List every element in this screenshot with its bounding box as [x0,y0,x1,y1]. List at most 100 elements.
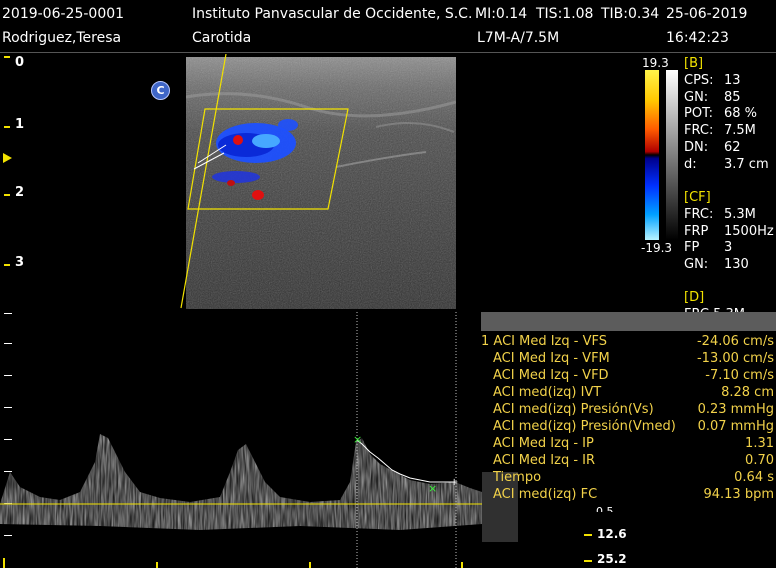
caliper-vd-icon[interactable]: × [428,482,437,495]
measurement-panel[interactable]: 1 ACI Med Izq - VFS -24.06 cm/s ACI Med I… [481,333,774,503]
param-key: FRC: [684,206,714,222]
param-value: 3.7 cm [724,156,769,172]
params-d-panel: [D] FRC 5.3M [684,290,745,313]
param-key: FP [684,240,700,256]
param-value: 3 [724,240,733,256]
measurement-row[interactable]: ACI med(izq) Presión(Vmed) 0.07 mmHg [481,418,774,435]
thermal-index-soft: TIS:1.08 [536,6,594,22]
param-value: 13 [724,72,741,88]
flow-red [233,135,243,145]
measurement-label: Tiempo [493,470,542,485]
depth-tick [4,264,10,266]
flow-red [252,190,264,200]
measurement-value: -24.06 cm/s [696,334,774,349]
measurement-value: 94.13 bpm [703,487,774,502]
param-value: 130 [724,257,749,273]
measurement-value: 0.07 mmHg [697,419,774,434]
param-value: 7.5M [724,123,756,139]
measurement-value: -13.00 cm/s [696,351,774,366]
depth-tick [4,126,10,128]
param-key: FRP [684,223,709,239]
param-value: 62 [724,139,741,155]
param-key: POT: [684,106,713,122]
color-roi[interactable] [186,105,356,215]
depth-label: 1 [15,117,25,132]
exam-date: 25-06-2019 [666,6,748,22]
measurement-row[interactable]: ACI Med Izq - VFD -7.10 cm/s [481,367,774,384]
measurement-row[interactable]: ACI med(izq) Presión(Vs) 0.23 mmHg [481,401,774,418]
patient-name: Rodriguez,Teresa [2,30,122,46]
focus-marker-icon [3,153,12,163]
params-cf-panel: [CF] FRC: 5.3M FRP 1500Hz FP 3 GN: 130 [684,190,774,274]
measurement-value: 1.31 [745,436,774,451]
param-value: 68 % [724,106,758,122]
institution-name: Instituto Panvascular de Occidente, S.C. [192,6,473,22]
param-key: DN: [684,139,709,155]
spectrum-waveform [0,434,482,530]
measurement-label: ACI Med Izq - VFD [493,368,609,383]
measurement-value: 0.70 [745,453,774,468]
measurement-row[interactable]: ACI Med Izq - IP 1.31 [481,435,774,452]
param-key: CPS: [684,72,714,88]
doppler-scale-tick [584,560,592,562]
measurement-label: 1 ACI Med Izq - VFS [481,334,607,349]
caliper-vs-icon[interactable]: × [353,433,362,446]
gray-scale-bar [666,70,678,240]
param-value: 85 [724,89,741,105]
measurement-row[interactable]: ACI Med Izq - IR 0.70 [481,452,774,469]
flow-blue [278,119,298,131]
measurement-label: ACI Med Izq - VFM [493,351,610,366]
measurement-label: ACI Med Izq - IR [493,453,596,468]
params-b-panel: [B] CPS: 13 GN: 85 POT: 68 % FRC: 7.5M DN: 62… [684,56,769,174]
header-divider [0,52,776,53]
doppler-scale-label: 12.6 [597,527,627,541]
measurement-row[interactable]: ACI med(izq) FC 94.13 bpm [481,486,774,503]
thermal-index-bone: TIB:0.34 [601,6,660,22]
measurement-label: ACI med(izq) Presión(Vs) [493,402,654,417]
measurement-row[interactable]: Tiempo 0.64 s [481,469,774,486]
measurement-value: 8.28 cm [721,385,774,400]
depth-label: 0 [15,55,25,70]
doppler-scale-label: 25.2 [597,552,627,566]
doppler-spectrum[interactable]: × × + [0,312,482,568]
param-value: 5.3M [724,206,756,222]
exam-time: 16:42:23 [666,30,729,46]
measurement-value: 0.23 mmHg [697,402,774,417]
caliper-end-icon[interactable]: + [450,477,458,488]
color-scale-top: 19.3 [642,56,669,70]
measurement-value: 0.64 s [734,470,774,485]
measurement-panel-header [481,312,776,331]
depth-label: 3 [15,255,25,270]
params-b-title: [B] [684,56,704,71]
mechanical-index: MI:0.14 [475,6,528,22]
depth-label: 2 [15,185,25,200]
exam-type: Carotida [192,30,252,46]
patient-id: 2019-06-25-0001 [2,6,125,22]
color-scale-bottom: -19.3 [641,241,673,255]
measurement-row[interactable]: ACI med(izq) IVT 8.28 cm [481,384,774,401]
doppler-scale-tick [584,534,592,536]
flow-blue-light [252,134,280,148]
param-key: GN: [684,89,709,105]
flow-red [227,180,235,186]
measurement-value: -7.10 cm/s [705,368,774,383]
params-cf-title: [CF] [684,190,711,205]
measurement-label: ACI med(izq) IVT [493,385,602,400]
doppler-scale-partial: 0.5 [596,505,614,512]
measurement-row[interactable]: ACI Med Izq - VFM -13.00 cm/s [481,350,774,367]
param-key: GN: [684,257,709,273]
measurement-label: ACI med(izq) Presión(Vmed) [493,419,676,434]
param-value: 1500Hz [724,223,774,239]
measurement-label: ACI Med Izq - IP [493,436,594,451]
param-key: FRC: [684,123,714,139]
image-marker-icon: C [151,81,170,100]
params-d-title: [D] [684,290,705,305]
measurement-row[interactable]: 1 ACI Med Izq - VFS -24.06 cm/s [481,333,774,350]
param-key: d: [684,156,697,172]
depth-tick [4,56,10,58]
depth-ruler: 0 1 2 3 [0,54,40,314]
measurement-label: ACI med(izq) FC [493,487,598,502]
depth-tick [4,194,10,196]
color-scale-bar [645,70,659,240]
probe-info: L7M-A/7.5M [477,30,560,46]
